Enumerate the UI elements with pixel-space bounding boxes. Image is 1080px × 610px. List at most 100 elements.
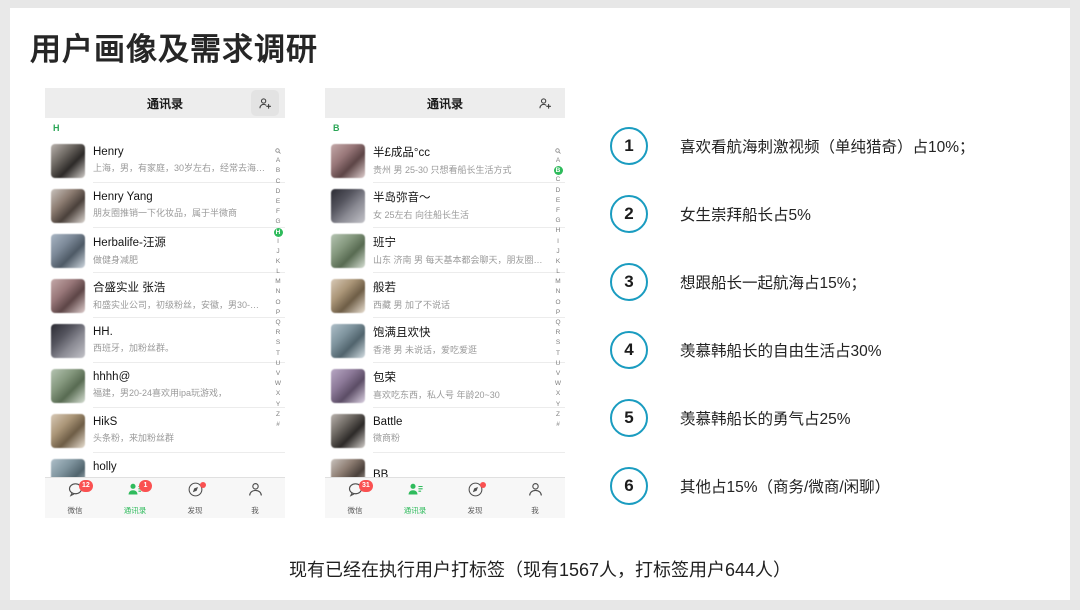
- index-letter-f[interactable]: F: [273, 207, 283, 217]
- index-letter-b[interactable]: B: [273, 166, 283, 176]
- index-letter-z[interactable]: Z: [553, 410, 563, 420]
- contact-row[interactable]: 包荣喜欢吃东西，私人号 年龄20~30: [325, 363, 565, 408]
- finding-text: 羡慕韩船长的勇气占25%: [680, 407, 851, 429]
- add-contact-icon[interactable]: [251, 90, 279, 116]
- contact-row[interactable]: hhhh@福建，男20-24喜欢用ipa玩游戏，: [45, 363, 285, 408]
- contact-description: 女 25左右 向往船长生活: [373, 208, 547, 221]
- phone2-contact-list[interactable]: 半£成品°cc贵州 男 25-30 只想看船长生活方式半岛弥音～女 25左右 向…: [325, 138, 565, 518]
- index-letter-q[interactable]: Q: [553, 318, 563, 328]
- tab-通讯录[interactable]: 通讯录: [385, 478, 445, 518]
- contact-description: 朋友圈推销一下化妆品，属于半微商: [93, 206, 267, 219]
- index-letter-d[interactable]: D: [553, 186, 563, 196]
- contact-row[interactable]: Henry上海，男，有家庭，30岁左右，经常去海…: [45, 138, 285, 183]
- index-letter-l[interactable]: L: [553, 267, 563, 277]
- index-letter-e[interactable]: E: [273, 197, 283, 207]
- index-letter-v[interactable]: V: [553, 369, 563, 379]
- contact-row[interactable]: Herbalife-汪源做健身减肥: [45, 228, 285, 273]
- index-letter-hash[interactable]: #: [273, 420, 283, 430]
- index-letter-k[interactable]: K: [553, 257, 563, 267]
- tab-我[interactable]: 我: [505, 478, 565, 518]
- tab-我[interactable]: 我: [225, 478, 285, 518]
- index-letter-u[interactable]: U: [273, 359, 283, 369]
- phone1-header: 通讯录: [45, 88, 285, 118]
- index-letter-g[interactable]: G: [273, 217, 283, 227]
- index-letter-m[interactable]: M: [553, 277, 563, 287]
- index-letter-j[interactable]: J: [273, 247, 283, 257]
- tab-发现[interactable]: 发现: [445, 478, 505, 518]
- index-letter-n[interactable]: N: [273, 287, 283, 297]
- index-letter-w[interactable]: W: [273, 379, 283, 389]
- index-letter-c[interactable]: C: [273, 177, 283, 187]
- finding-number-badge: 6: [610, 467, 648, 505]
- tab-通讯录[interactable]: 通讯录1: [105, 478, 165, 518]
- phone2-tabbar[interactable]: 微信31通讯录发现我: [325, 477, 565, 518]
- index-letter-m[interactable]: M: [273, 277, 283, 287]
- phone2-index-bar[interactable]: ABCDEFGHIJKLMNOPQRSTUVWXYZ#: [552, 146, 564, 430]
- phone1-tabbar[interactable]: 微信12通讯录1发现我: [45, 477, 285, 518]
- index-letter-w[interactable]: W: [553, 379, 563, 389]
- index-letter-s[interactable]: S: [553, 338, 563, 348]
- index-letter-z[interactable]: Z: [273, 410, 283, 420]
- index-letter-h[interactable]: H: [274, 228, 283, 237]
- contact-row[interactable]: 饱满且欢快香港 男 未说话，爱吃爱逛: [325, 318, 565, 363]
- index-letter-p[interactable]: P: [273, 308, 283, 318]
- avatar: [51, 279, 85, 313]
- add-contact-icon[interactable]: [531, 90, 559, 116]
- phone1-index-bar[interactable]: ABCDEFGHIJKLMNOPQRSTUVWXYZ#: [272, 146, 284, 430]
- index-letter-u[interactable]: U: [553, 359, 563, 369]
- contact-row[interactable]: 班宁山东 济南 男 每天基本都会聊天，朋友圈…: [325, 228, 565, 273]
- tab-发现[interactable]: 发现: [165, 478, 225, 518]
- index-letter-hash[interactable]: #: [553, 420, 563, 430]
- index-letter-b[interactable]: B: [554, 166, 563, 175]
- index-letter-o[interactable]: O: [273, 298, 283, 308]
- index-letter-q[interactable]: Q: [273, 318, 283, 328]
- index-letter-t[interactable]: T: [273, 349, 283, 359]
- index-letter-y[interactable]: Y: [553, 400, 563, 410]
- index-letter-x[interactable]: X: [273, 389, 283, 399]
- index-letter-d[interactable]: D: [273, 187, 283, 197]
- page-edge-top: [0, 0, 1080, 8]
- finding-number-badge: 1: [610, 127, 648, 165]
- index-letter-t[interactable]: T: [553, 349, 563, 359]
- contact-row[interactable]: 般若西藏 男 加了不说话: [325, 273, 565, 318]
- index-letter-i[interactable]: I: [553, 237, 563, 247]
- contact-text: HikS头条粉，来加粉丝群: [93, 408, 285, 453]
- tab-label: 我: [251, 505, 259, 516]
- contact-row[interactable]: 半£成品°cc贵州 男 25-30 只想看船长生活方式: [325, 138, 565, 183]
- contact-description: 做健身减肥: [93, 253, 267, 266]
- index-letter-e[interactable]: E: [553, 196, 563, 206]
- avatar: [331, 324, 365, 358]
- index-letter-s[interactable]: S: [273, 338, 283, 348]
- index-letter-x[interactable]: X: [553, 389, 563, 399]
- index-letter-g[interactable]: G: [553, 216, 563, 226]
- index-letter-h[interactable]: H: [553, 226, 563, 236]
- contact-row[interactable]: Henry Yang朋友圈推销一下化妆品，属于半微商: [45, 183, 285, 228]
- contact-row[interactable]: HH.西班牙，加粉丝群。: [45, 318, 285, 363]
- finding-item: 1喜欢看航海刺激视频（单纯猎奇）占10%；: [610, 112, 1050, 180]
- page-title: 用户画像及需求调研: [30, 24, 318, 69]
- index-letter-k[interactable]: K: [273, 257, 283, 267]
- index-letter-a[interactable]: A: [273, 156, 283, 166]
- index-letter-l[interactable]: L: [273, 267, 283, 277]
- index-letter-i[interactable]: I: [273, 237, 283, 247]
- tab-微信[interactable]: 微信12: [45, 478, 105, 518]
- phone1-contact-list[interactable]: Henry上海，男，有家庭，30岁左右，经常去海…Henry Yang朋友圈推销…: [45, 138, 285, 518]
- contact-row[interactable]: 合盛实业 张浩和盛实业公司，初级粉丝，安徽，男30-…: [45, 273, 285, 318]
- contact-row[interactable]: Battle微商粉: [325, 408, 565, 453]
- index-letter-f[interactable]: F: [553, 206, 563, 216]
- contact-row[interactable]: 半岛弥音～女 25左右 向往船长生活: [325, 183, 565, 228]
- index-letter-o[interactable]: O: [553, 298, 563, 308]
- contact-row[interactable]: HikS头条粉，来加粉丝群: [45, 408, 285, 453]
- index-letter-p[interactable]: P: [553, 308, 563, 318]
- tab-微信[interactable]: 微信31: [325, 478, 385, 518]
- index-letter-n[interactable]: N: [553, 287, 563, 297]
- search-icon[interactable]: [553, 146, 563, 156]
- index-letter-r[interactable]: R: [273, 328, 283, 338]
- index-letter-c[interactable]: C: [553, 175, 563, 185]
- index-letter-j[interactable]: J: [553, 247, 563, 257]
- index-letter-a[interactable]: A: [553, 156, 563, 166]
- index-letter-y[interactable]: Y: [273, 400, 283, 410]
- search-icon[interactable]: [273, 146, 283, 156]
- index-letter-v[interactable]: V: [273, 369, 283, 379]
- index-letter-r[interactable]: R: [553, 328, 563, 338]
